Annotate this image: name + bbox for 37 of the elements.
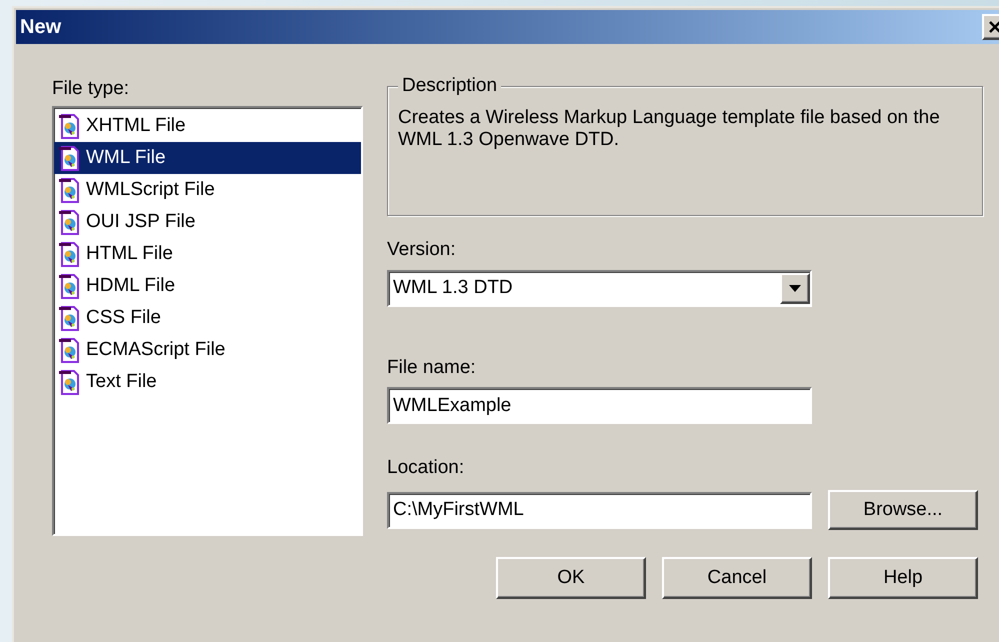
dropdown-arrow-button[interactable]	[780, 273, 810, 304]
file-type-item[interactable]: HTML File	[54, 238, 361, 270]
file-type-list[interactable]: XHTML File WML File WMLScript File OUI JSP File HTML File HDML File CSS File ECMAScript File Text File	[52, 106, 363, 536]
caret-icon	[789, 285, 801, 292]
document-icon	[58, 241, 80, 267]
document-icon	[58, 305, 80, 331]
dialog-button[interactable]: Cancel	[662, 557, 812, 599]
document-icon	[58, 209, 80, 235]
file-type-item[interactable]: WML File	[54, 142, 361, 174]
document-icon	[58, 337, 80, 363]
window-title: New	[20, 15, 62, 40]
file-type-item[interactable]: WMLScript File	[54, 174, 361, 206]
close-button[interactable]	[982, 14, 999, 40]
document-icon	[58, 369, 80, 395]
location-label: Location:	[387, 456, 466, 480]
browse-button[interactable]: Browse...	[828, 490, 978, 530]
version-label: Version:	[387, 238, 457, 262]
file-name-label: File name:	[387, 356, 477, 380]
file-type-item[interactable]: ECMAScript File	[54, 334, 361, 366]
document-icon	[58, 177, 80, 203]
document-icon	[58, 145, 80, 171]
description-text: Creates a Wireless Markup Language template file based on the WML 1.3 Openwave DTD.	[398, 107, 941, 151]
dialog-button[interactable]: OK	[496, 557, 646, 599]
document-icon	[58, 273, 80, 299]
description-label: Description	[398, 75, 502, 97]
file-type-item[interactable]: HDML File	[54, 270, 361, 302]
file-type-item[interactable]: OUI JSP File	[54, 206, 361, 238]
file-type-item[interactable]: Text File	[54, 366, 361, 398]
file-type-label: File type:	[52, 77, 130, 101]
document-icon	[58, 113, 80, 139]
file-type-item[interactable]: CSS File	[54, 302, 361, 334]
location-field[interactable]: C:\MyFirstWML	[387, 492, 812, 528]
file-name-field[interactable]: WMLExample	[387, 387, 812, 424]
file-type-item[interactable]: XHTML File	[54, 110, 361, 142]
dialog-button[interactable]: Help	[828, 557, 978, 599]
close-icon	[988, 20, 999, 34]
version-dropdown[interactable]: WML 1.3 DTD	[387, 270, 812, 307]
